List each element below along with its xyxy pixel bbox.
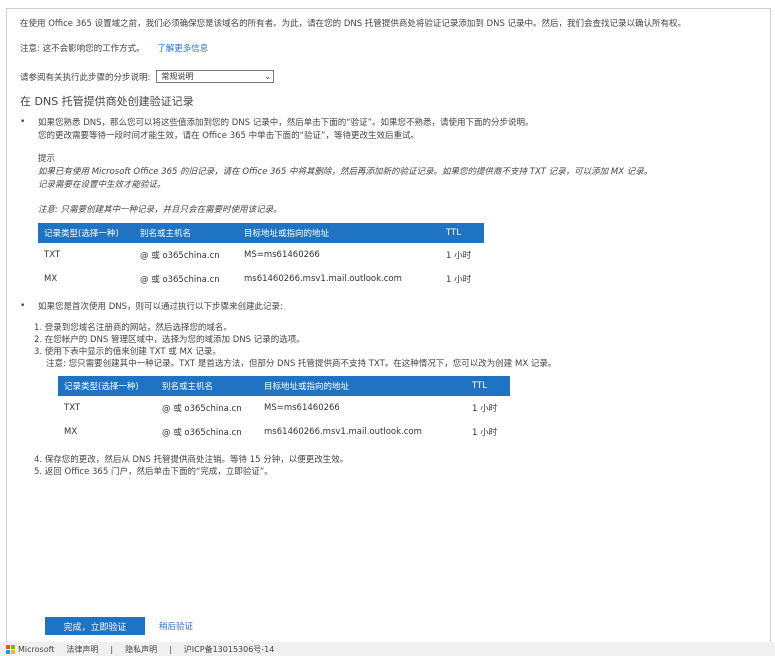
table-row: TXT @ 或 o365china.cn MS=ms61460266 1 小时	[58, 396, 510, 420]
table-cell: TXT	[44, 250, 61, 260]
section-title: 在 DNS 托管提供商处创建验证记录	[20, 95, 194, 108]
bullet-1-content: 如果您熟悉 DNS，那么您可以将这些值添加到您的 DNS 记录中，然后单击下面的…	[38, 117, 758, 291]
tip-line-2: 记录需要在设置中生效才能验证。	[38, 180, 166, 190]
table-cell: MX	[44, 274, 58, 284]
table-header: 目标地址或指向的地址	[258, 376, 466, 396]
table-cell: 1 小时	[472, 404, 498, 414]
step-item: 5. 返回 Office 365 门户，然后单击下面的“完成，立即验证”。	[34, 467, 273, 477]
provider-label: 请参阅有关执行此步骤的分步说明:	[20, 72, 151, 83]
table-cell: TXT	[64, 403, 81, 413]
learn-more-link[interactable]: 了解更多信息	[157, 44, 208, 54]
step-item: 4. 保存您的更改，然后从 DNS 托管提供商处注销。等待 15 分钟，以便更改…	[34, 455, 349, 465]
provider-select[interactable]: 常规说明 ⌄	[156, 70, 275, 83]
step-item: 1. 登录到您域名注册商的网站，然后选择您的域名。	[34, 323, 232, 333]
table-header: TTL	[466, 376, 510, 396]
bullet-1-line-1: 如果您熟悉 DNS，那么您可以将这些值添加到您的 DNS 记录中，然后单击下面的…	[38, 118, 534, 128]
footer-separator: |	[110, 644, 114, 654]
table-row: MX @ 或 o365china.cn ms61460266.msv1.mail…	[38, 267, 484, 291]
main-content: 在使用 Office 365 设置域之前，我们必须确保您是该域名的所有者。为此，…	[20, 18, 765, 478]
bullet-2-text: 如果您是首次使用 DNS，则可以通过执行以下步骤来创建此记录:	[38, 302, 283, 312]
table-cell: @ 或 o365china.cn	[140, 251, 220, 261]
footer-separator: |	[169, 644, 172, 654]
table-cell: 1 小时	[446, 275, 472, 285]
table-cell: ms61460266.msv1.mail.outlook.com	[264, 427, 422, 437]
table-header: TTL	[440, 223, 484, 243]
table-header: 目标地址或指向的地址	[238, 223, 440, 243]
bullet-dot: •	[20, 301, 26, 311]
table-header: 别名或主机名	[134, 223, 238, 243]
table-cell: MS=ms61460266	[244, 250, 320, 260]
bullet-1-line-2: 您的更改需要等待一段时间才能生效，请在 Office 365 中单击下面的“验证…	[38, 131, 419, 141]
footer-link-legal[interactable]: 法律声明	[66, 644, 98, 655]
step-item: 3. 使用下表中显示的值来创建 TXT 或 MX 记录。	[34, 347, 221, 357]
footer-link-privacy[interactable]: 隐私声明	[125, 644, 157, 655]
records-table-1: 记录类型(选择一种) 别名或主机名 目标地址或指向的地址 TTL TXT @ 或…	[38, 223, 484, 291]
tip-label: 提示	[38, 154, 56, 164]
footer-icp: 沪ICP备13015306号-14	[183, 644, 275, 654]
bullet-dot: •	[20, 117, 26, 127]
records-table-2: 记录类型(选择一种) 别名或主机名 目标地址或指向的地址 TTL TXT @ 或…	[58, 376, 510, 444]
table-cell: ms61460266.msv1.mail.outlook.com	[244, 274, 402, 284]
provider-row: 请参阅有关执行此步骤的分步说明: 常规说明 ⌄	[20, 70, 765, 83]
chevron-down-icon: ⌄	[263, 71, 272, 82]
table-cell: MX	[64, 427, 78, 437]
table-header: 记录类型(选择一种)	[58, 376, 156, 396]
microsoft-brand: Microsoft	[6, 644, 55, 654]
bullet-2: • 如果您是首次使用 DNS，则可以通过执行以下步骤来创建此记录:	[20, 301, 765, 314]
table-cell: MS=ms61460266	[264, 403, 340, 413]
table-cell: 1 小时	[472, 428, 498, 438]
table-cell: @ 或 o365china.cn	[162, 404, 242, 414]
records-table-2-wrap: 记录类型(选择一种) 别名或主机名 目标地址或指向的地址 TTL TXT @ 或…	[34, 376, 765, 444]
table-header: 记录类型(选择一种)	[38, 223, 134, 243]
intro-note-text: 注意: 这不会影响您的工作方式。	[20, 44, 145, 54]
microsoft-label: Microsoft	[18, 644, 55, 654]
steps-list: 1. 登录到您域名注册商的网站，然后选择您的域名。 2. 在您帐户的 DNS 管…	[34, 322, 765, 478]
steps-note: 注意: 您只需要创建其中一种记录。TXT 是首选方法，但部分 DNS 托管提供商…	[46, 359, 557, 369]
intro-text: 在使用 Office 365 设置域之前，我们必须确保您是该域名的所有者。为此，…	[20, 19, 687, 29]
footer: Microsoft 法律声明 | 隐私声明 | 沪ICP备13015306号-1…	[0, 642, 775, 656]
verify-button[interactable]: 完成，立即验证	[45, 617, 145, 635]
microsoft-logo-icon	[6, 644, 15, 654]
table-cell: @ 或 o365china.cn	[140, 275, 220, 285]
actions-bar: 完成，立即验证 稍后验证	[45, 617, 193, 635]
table-row: MX @ 或 o365china.cn ms61460266.msv1.mail…	[58, 420, 510, 444]
verify-later-link[interactable]: 稍后验证	[159, 620, 193, 632]
table-cell: @ 或 o365china.cn	[162, 428, 242, 438]
table-header: 别名或主机名	[156, 376, 258, 396]
tip-line-1: 如果已有使用 Microsoft Office 365 的旧记录，请在 Offi…	[38, 167, 653, 177]
table-row: TXT @ 或 o365china.cn MS=ms61460266 1 小时	[38, 243, 484, 267]
bullet-1-note: 注意: 只需要创建其中一种记录，并且只会在需要时使用该记录。	[38, 205, 282, 215]
intro-note: 注意: 这不会影响您的工作方式。 了解更多信息	[20, 43, 765, 56]
bullet-1: • 如果您熟悉 DNS，那么您可以将这些值添加到您的 DNS 记录中，然后单击下…	[20, 117, 765, 291]
table-cell: 1 小时	[446, 251, 472, 261]
provider-select-value: 常规说明	[161, 72, 194, 81]
step-item: 2. 在您帐户的 DNS 管理区域中，选择为您的域添加 DNS 记录的选项。	[34, 335, 305, 345]
